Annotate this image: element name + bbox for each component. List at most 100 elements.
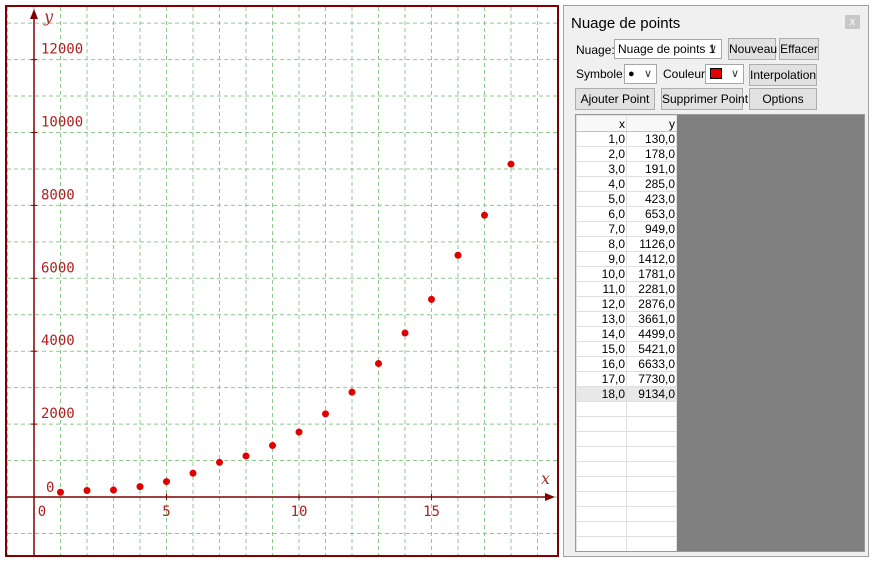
cell-x[interactable]: 1,0 — [576, 131, 627, 147]
table-row[interactable]: 16,0 6633,0 — [576, 356, 677, 372]
empty-cell[interactable] — [576, 401, 627, 417]
cell-y[interactable]: 1126,0 — [626, 236, 677, 252]
cell-y[interactable]: 130,0 — [626, 131, 677, 147]
scatter-plot[interactable]: 0 5 10 15 0 2000 4000 6000 8000 10000 12000 x y — [7, 7, 557, 555]
table-row[interactable]: 11,0 2281,0 — [576, 281, 677, 297]
table-row[interactable]: 7,0 949,0 — [576, 221, 677, 237]
table-row-empty[interactable] — [576, 536, 677, 551]
table-row[interactable]: 14,0 4499,0 — [576, 326, 677, 342]
empty-cell[interactable] — [576, 461, 627, 477]
table-row[interactable]: 6,0 653,0 — [576, 206, 677, 222]
empty-cell[interactable] — [576, 491, 627, 507]
table-row[interactable]: 13,0 3661,0 — [576, 311, 677, 327]
symbole-select[interactable]: ● ∨ — [624, 64, 657, 84]
table-row[interactable]: 15,0 5421,0 — [576, 341, 677, 357]
empty-cell[interactable] — [576, 476, 627, 492]
cell-x[interactable]: 13,0 — [576, 311, 627, 327]
interpolation-button[interactable]: Interpolation — [749, 64, 817, 86]
table-row[interactable]: 2,0 178,0 — [576, 146, 677, 162]
points-table[interactable]: x y 1,0 130,0 2,0 178,0 3,0 191,0 4,0 285,0 5,0 4… — [576, 115, 677, 551]
cell-y[interactable]: 178,0 — [626, 146, 677, 162]
cell-x[interactable]: 16,0 — [576, 356, 627, 372]
empty-cell[interactable] — [626, 521, 677, 537]
nuage-select[interactable]: Nuage de points 1 ∨ — [614, 39, 722, 59]
table-row[interactable]: 18,0 9134,0 — [576, 386, 677, 402]
add-point-button[interactable]: Ajouter Point — [575, 88, 655, 110]
couleur-select[interactable]: ∨ — [705, 64, 744, 84]
table-row-empty[interactable] — [576, 461, 677, 477]
cell-y[interactable]: 3661,0 — [626, 311, 677, 327]
empty-cell[interactable] — [626, 446, 677, 462]
cell-y[interactable]: 285,0 — [626, 176, 677, 192]
nouveau-button[interactable]: Nouveau — [728, 38, 777, 60]
table-row[interactable]: 12,0 2876,0 — [576, 296, 677, 312]
empty-cell[interactable] — [626, 506, 677, 522]
empty-cell[interactable] — [576, 446, 627, 462]
table-row[interactable]: 9,0 1412,0 — [576, 251, 677, 267]
table-row-empty[interactable] — [576, 416, 677, 432]
cell-y[interactable]: 7730,0 — [626, 371, 677, 387]
empty-cell[interactable] — [626, 461, 677, 477]
empty-cell[interactable] — [626, 416, 677, 432]
effacer-button[interactable]: Effacer — [779, 38, 819, 60]
cell-x[interactable]: 9,0 — [576, 251, 627, 267]
table-row[interactable]: 4,0 285,0 — [576, 176, 677, 192]
close-button[interactable]: x — [845, 15, 860, 29]
column-header-x[interactable]: x — [576, 115, 627, 132]
table-row[interactable]: 3,0 191,0 — [576, 161, 677, 177]
cell-x[interactable]: 6,0 — [576, 206, 627, 222]
cell-x[interactable]: 14,0 — [576, 326, 627, 342]
column-header-y[interactable]: y — [626, 115, 677, 132]
cell-x[interactable]: 7,0 — [576, 221, 627, 237]
delete-point-button[interactable]: Supprimer Point — [661, 88, 748, 110]
cell-y[interactable]: 191,0 — [626, 161, 677, 177]
cell-x[interactable]: 18,0 — [576, 386, 627, 402]
cell-y[interactable]: 949,0 — [626, 221, 677, 237]
cell-x[interactable]: 12,0 — [576, 296, 627, 312]
cell-y[interactable]: 4499,0 — [626, 326, 677, 342]
table-row-empty[interactable] — [576, 431, 677, 447]
cell-x[interactable]: 3,0 — [576, 161, 627, 177]
table-row[interactable]: 5,0 423,0 — [576, 191, 677, 207]
cell-x[interactable]: 17,0 — [576, 371, 627, 387]
empty-cell[interactable] — [626, 476, 677, 492]
empty-cell[interactable] — [626, 536, 677, 551]
cell-x[interactable]: 8,0 — [576, 236, 627, 252]
cell-y[interactable]: 6633,0 — [626, 356, 677, 372]
table-row-empty[interactable] — [576, 446, 677, 462]
cell-x[interactable]: 15,0 — [576, 341, 627, 357]
empty-cell[interactable] — [626, 401, 677, 417]
cell-x[interactable]: 5,0 — [576, 191, 627, 207]
empty-cell[interactable] — [576, 416, 627, 432]
table-row-empty[interactable] — [576, 521, 677, 537]
table-row-empty[interactable] — [576, 491, 677, 507]
table-row[interactable]: 10,0 1781,0 — [576, 266, 677, 282]
data-grid[interactable]: x y 1,0 130,0 2,0 178,0 3,0 191,0 4,0 285,0 5,0 4… — [575, 114, 865, 552]
graph-canvas[interactable]: 0 5 10 15 0 2000 4000 6000 8000 10000 12000 x y — [5, 5, 559, 557]
cell-x[interactable]: 10,0 — [576, 266, 627, 282]
table-row-empty[interactable] — [576, 476, 677, 492]
cell-y[interactable]: 1412,0 — [626, 251, 677, 267]
cell-x[interactable]: 4,0 — [576, 176, 627, 192]
cell-y[interactable]: 9134,0 — [626, 386, 677, 402]
table-row[interactable]: 1,0 130,0 — [576, 131, 677, 147]
table-row[interactable]: 8,0 1126,0 — [576, 236, 677, 252]
cell-y[interactable]: 1781,0 — [626, 266, 677, 282]
empty-cell[interactable] — [626, 491, 677, 507]
cell-y[interactable]: 5421,0 — [626, 341, 677, 357]
cell-y[interactable]: 653,0 — [626, 206, 677, 222]
empty-cell[interactable] — [576, 431, 627, 447]
options-button[interactable]: Options — [749, 88, 817, 110]
empty-cell[interactable] — [626, 431, 677, 447]
empty-cell[interactable] — [576, 536, 627, 551]
cell-y[interactable]: 2281,0 — [626, 281, 677, 297]
cell-y[interactable]: 423,0 — [626, 191, 677, 207]
empty-cell[interactable] — [576, 506, 627, 522]
empty-cell[interactable] — [576, 521, 627, 537]
cell-x[interactable]: 2,0 — [576, 146, 627, 162]
table-row-empty[interactable] — [576, 401, 677, 417]
table-row-empty[interactable] — [576, 506, 677, 522]
table-row[interactable]: 17,0 7730,0 — [576, 371, 677, 387]
cell-x[interactable]: 11,0 — [576, 281, 627, 297]
cell-y[interactable]: 2876,0 — [626, 296, 677, 312]
